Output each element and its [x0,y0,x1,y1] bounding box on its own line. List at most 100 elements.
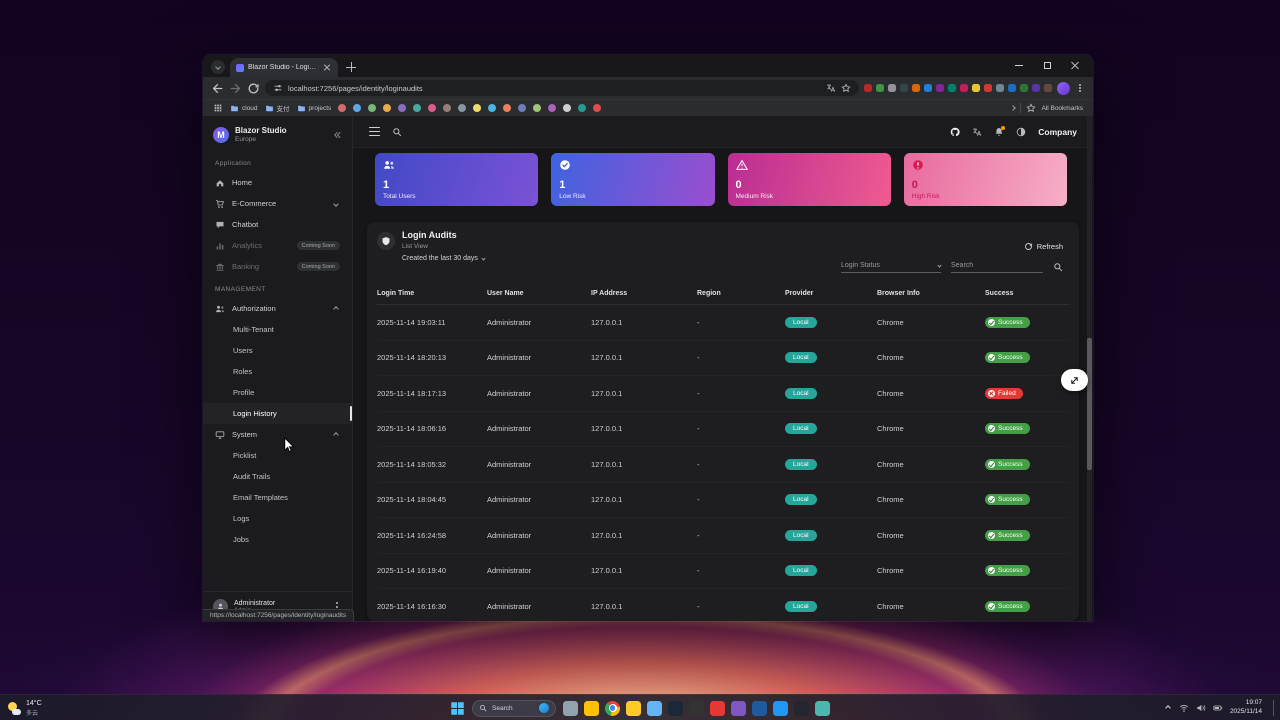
page-scrollbar[interactable] [1087,116,1092,621]
bookmark-favicon[interactable] [383,104,392,112]
table-row[interactable]: 2025-11-14 19:03:11 Administrator 127.0.0.… [377,305,1069,341]
taskbar-search[interactable]: Search [472,699,556,717]
menu-toggle-icon[interactable] [369,126,380,138]
theme-toggle-icon[interactable] [1016,127,1026,137]
bookmark-favicon[interactable] [398,104,407,112]
sidebar-subitem-email-templates[interactable]: Email Templates [203,487,352,508]
sidebar-subitem-logs[interactable]: Logs [203,508,352,529]
taskbar-app-youtube[interactable] [710,700,725,716]
bookmark-favicon[interactable] [338,104,347,112]
bookmark-favicon[interactable] [563,104,572,112]
sidebar-subitem-jobs[interactable]: Jobs [203,529,352,550]
volume-icon[interactable] [1196,703,1206,713]
sidebar-item-system[interactable]: System [203,424,352,445]
table-row[interactable]: 2025-11-14 18:04:45 Administrator 127.0.0.… [377,483,1069,518]
bookmark-favicon[interactable] [458,104,467,112]
github-icon[interactable] [950,127,960,137]
table-row[interactable]: 2025-11-14 16:24:58 Administrator 127.0.0.… [377,518,1069,554]
forward-button[interactable] [229,82,242,95]
column-header-ip-address[interactable]: IP Address [591,290,697,297]
extension-icon[interactable] [924,84,932,92]
bookmark-favicon[interactable] [488,104,497,112]
show-desktop-button[interactable] [1273,700,1274,716]
extension-icon[interactable] [936,84,944,92]
sidebar-item-chatbot[interactable]: Chatbot [203,214,352,235]
sidebar-subitem-picklist[interactable]: Picklist [203,445,352,466]
column-header-login-time[interactable]: Login Time [377,290,487,297]
all-bookmarks-button[interactable]: All Bookmarks [1041,105,1083,112]
sidebar-collapse-icon[interactable] [332,130,342,140]
extension-icon[interactable] [996,84,1004,92]
extension-icon[interactable] [984,84,992,92]
login-status-select[interactable]: Login Status [841,262,942,273]
extension-icon[interactable] [1020,84,1028,92]
table-row[interactable]: 2025-11-14 18:06:16 Administrator 127.0.0.… [377,412,1069,447]
floating-expand-button[interactable] [1061,369,1088,391]
column-header-browser-info[interactable]: Browser Info [877,290,985,297]
wifi-icon[interactable] [1179,703,1189,713]
column-header-success[interactable]: Success [985,290,1069,297]
close-button[interactable] [1061,55,1089,75]
extension-icon[interactable] [912,84,920,92]
new-tab-button[interactable] [344,60,358,74]
profile-avatar[interactable] [1057,81,1070,95]
notifications-icon[interactable] [994,125,1006,137]
table-row[interactable]: 2025-11-14 16:19:40 Administrator 127.0.0.… [377,554,1069,589]
taskbar-app-steam[interactable] [668,700,683,716]
taskbar-app-teams[interactable] [815,700,830,716]
sidebar-item-banking[interactable]: Banking Coming Soon [203,256,352,277]
bookmark-folder-[interactable]: 支付 [265,103,290,113]
bookmark-favicon[interactable] [578,104,587,112]
taskbar-app-chrome[interactable] [605,700,620,716]
bookmark-favicon[interactable] [503,104,512,112]
taskbar-app-terminal[interactable] [794,700,809,716]
sidebar-item-home[interactable]: Home [203,172,352,193]
start-button[interactable] [450,701,465,716]
extension-icon[interactable] [1044,84,1052,92]
bookmark-favicon[interactable] [428,104,437,112]
bookmarks-overflow-icon[interactable] [1010,105,1017,111]
taskbar-app-visual-studio[interactable] [731,700,746,716]
search-icon[interactable] [392,127,402,137]
taskbar-app-mail[interactable] [647,700,662,716]
browser-menu-icon[interactable] [1075,83,1085,93]
taskbar-app-file-explorer[interactable] [584,700,599,716]
search-input[interactable] [951,262,1043,273]
extension-icon[interactable] [888,84,896,92]
extension-icon[interactable] [948,84,956,92]
sidebar-subitem-audit-trails[interactable]: Audit Trails [203,466,352,487]
back-button[interactable] [211,82,224,95]
browser-tab[interactable]: Blazor Studio - Login Audits [230,58,338,77]
sidebar-item-analytics[interactable]: Analytics Coming Soon [203,235,352,256]
bookmark-favicon[interactable] [548,104,557,112]
column-header-region[interactable]: Region [697,290,785,297]
table-row[interactable]: 2025-11-14 18:20:13 Administrator 127.0.0.… [377,341,1069,376]
language-icon[interactable] [972,127,982,137]
table-row[interactable]: 2025-11-14 18:17:13 Administrator 127.0.0.… [377,376,1069,412]
sidebar-item-e-commerce[interactable]: E-Commerce [203,193,352,214]
tab-close-icon[interactable] [322,63,332,73]
taskbar-app-task-view[interactable] [563,700,578,716]
bookmark-favicon[interactable] [443,104,452,112]
taskbar-clock[interactable]: 19:07 2025/11/14 [1230,699,1262,717]
apps-grid-icon[interactable] [213,103,223,113]
table-row[interactable]: 2025-11-14 18:05:32 Administrator 127.0.0.… [377,447,1069,483]
sidebar-subitem-profile[interactable]: Profile [203,382,352,403]
sidebar-subitem-roles[interactable]: Roles [203,361,352,382]
taskbar-app-epic-games[interactable] [689,700,704,716]
extension-icon[interactable] [972,84,980,92]
translate-page-icon[interactable] [826,83,836,93]
tab-search-button[interactable] [211,60,225,74]
sidebar-subitem-users[interactable]: Users [203,340,352,361]
bookmark-favicon[interactable] [413,104,422,112]
maximize-button[interactable] [1033,55,1061,75]
taskbar-app-folder[interactable] [626,700,641,716]
sidebar-subitem-multi-tenant[interactable]: Multi-Tenant [203,319,352,340]
reload-button[interactable] [247,82,260,95]
bookmark-star-icon[interactable] [841,83,851,93]
extension-icon[interactable] [900,84,908,92]
scrollbar-thumb[interactable] [1087,338,1092,470]
bookmark-favicon[interactable] [518,104,527,112]
bookmark-favicon[interactable] [353,104,362,112]
bookmark-folder-projects[interactable]: projects [297,104,331,113]
